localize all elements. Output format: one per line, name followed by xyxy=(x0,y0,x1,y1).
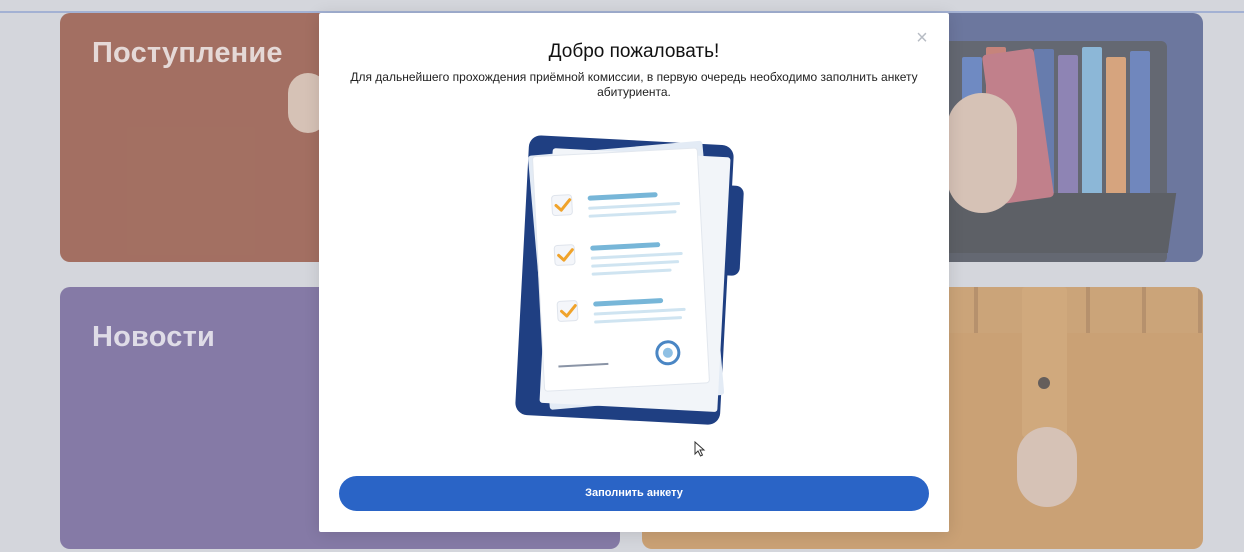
fill-questionnaire-button[interactable]: Заполнить анкету xyxy=(339,476,929,511)
mouse-pointer-icon xyxy=(694,441,706,457)
checklist-document-icon xyxy=(515,135,744,425)
page: Поступление Новости × Добро пожаловать! xyxy=(0,0,1244,552)
modal-title: Добро пожаловать! xyxy=(548,41,720,62)
welcome-modal: × Добро пожаловать! Для дальнейшего прох… xyxy=(319,13,949,532)
modal-subtitle: Для дальнейшего прохождения приёмной ком… xyxy=(350,70,918,99)
